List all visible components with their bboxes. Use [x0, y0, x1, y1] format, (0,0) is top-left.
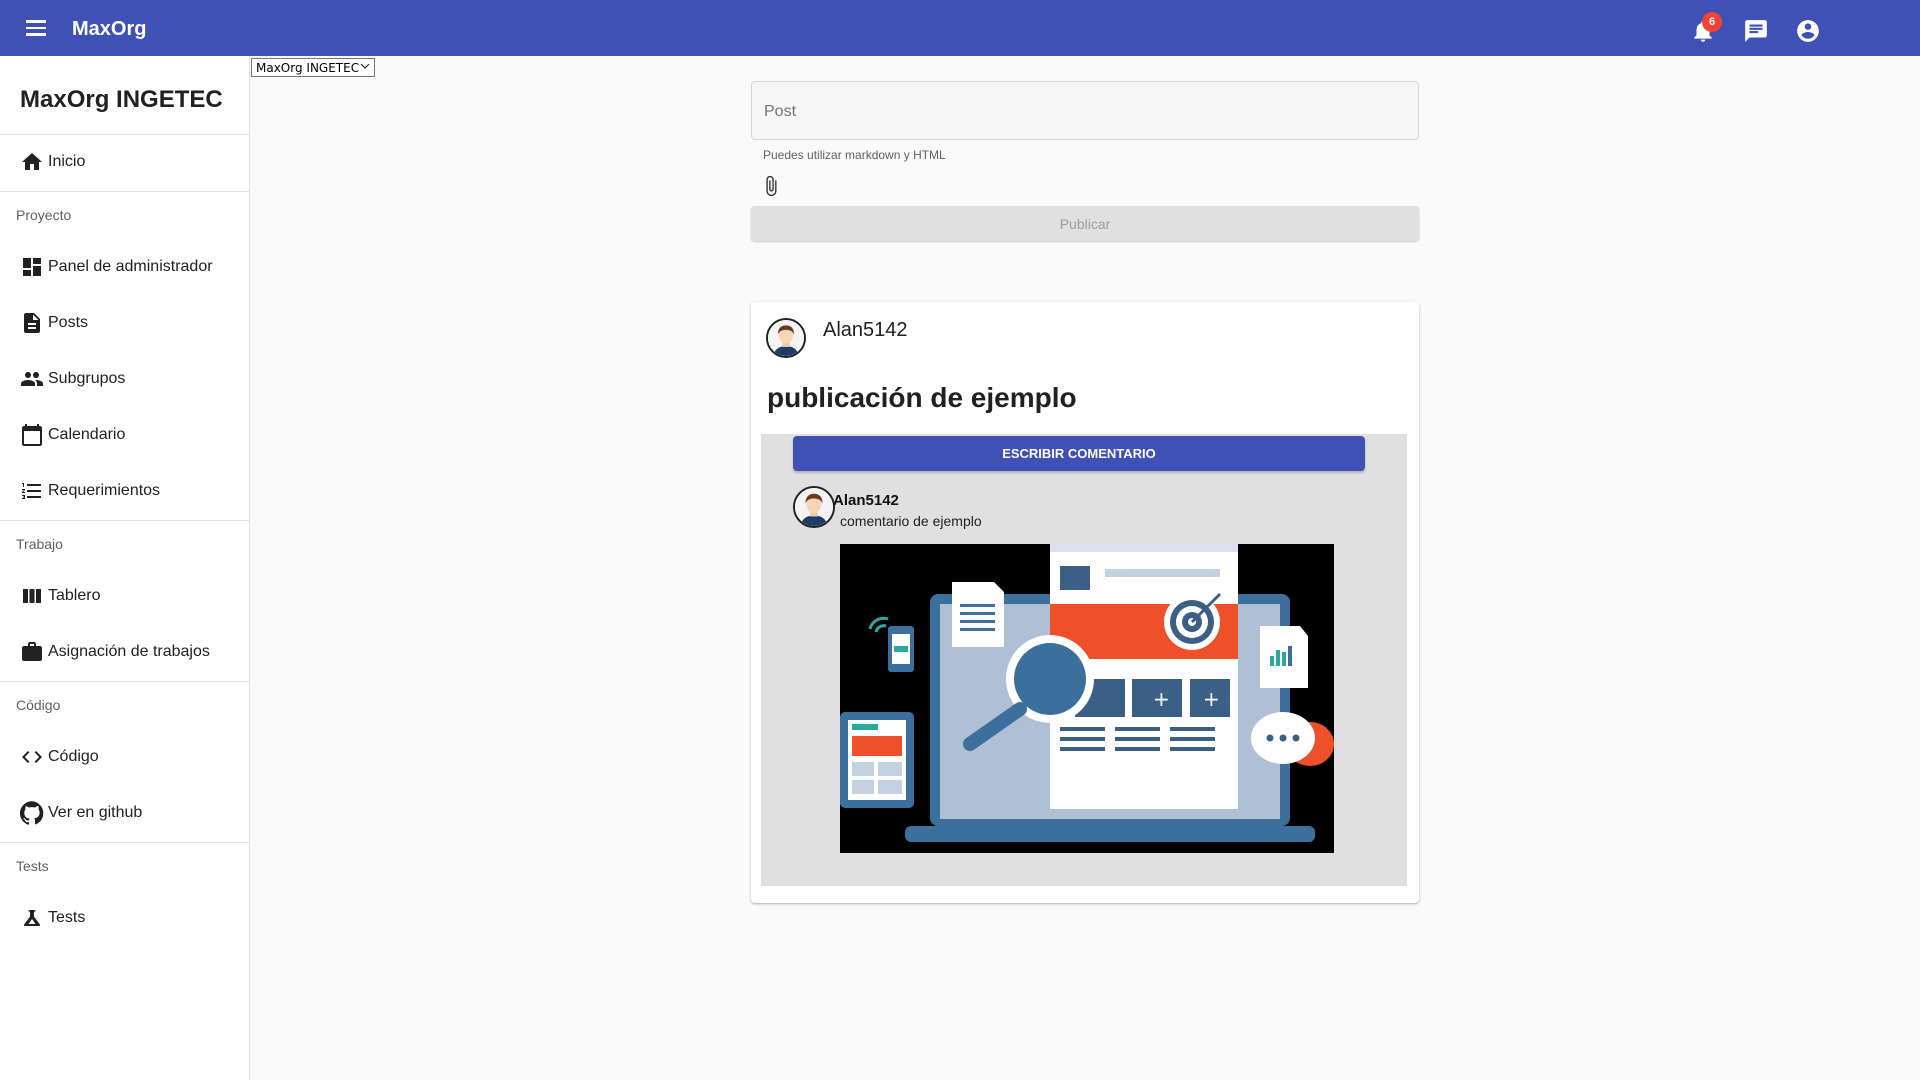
- sidebar-item-calendario[interactable]: Calendario: [0, 411, 249, 459]
- sidebar-item-subgrupos[interactable]: Subgrupos: [0, 355, 249, 403]
- divider: [0, 842, 249, 843]
- org-name: MaxOrg INGETEC: [20, 86, 223, 113]
- chat-icon[interactable]: [1743, 18, 1769, 44]
- sidebar-item-requerimientos[interactable]: Requerimientos: [0, 467, 249, 515]
- account-circle-icon[interactable]: [1795, 18, 1821, 44]
- section-label-tests: Tests: [16, 858, 49, 874]
- sidebar-item-label: Ver en github: [48, 804, 143, 821]
- home-icon: [22, 153, 42, 170]
- menu-icon[interactable]: [22, 16, 50, 40]
- sidebar-item-github[interactable]: Ver en github: [0, 789, 249, 837]
- divider: [0, 520, 249, 521]
- sidebar-item-tablero[interactable]: Tablero: [0, 572, 249, 620]
- flask-icon: [24, 910, 40, 926]
- paperclip-icon[interactable]: [760, 173, 782, 199]
- board-icon: [23, 589, 41, 603]
- sidebar-item-panel-admin[interactable]: Panel de administrador: [0, 243, 249, 291]
- post-input[interactable]: Post: [751, 81, 1419, 140]
- sidebar-item-label: Tablero: [48, 587, 101, 604]
- document-icon: [24, 313, 40, 333]
- post-title: publicación de ejemplo: [767, 382, 1077, 413]
- org-select-value: MaxOrg INGETEC: [256, 60, 360, 75]
- list-icon: [22, 483, 41, 499]
- people-icon: [21, 372, 43, 386]
- post-input-placeholder: Post: [764, 103, 797, 120]
- comment-text: comentario de ejemplo: [840, 513, 982, 529]
- comment-image: + +: [840, 544, 1334, 853]
- write-comment-button[interactable]: ESCRIBIR COMENTARIO: [793, 436, 1365, 471]
- app-title: MaxOrg: [72, 18, 147, 40]
- sidebar-item-tests[interactable]: Tests: [0, 894, 249, 942]
- user-avatar-icon: [795, 488, 833, 526]
- sidebar-item-posts[interactable]: Posts: [0, 299, 249, 347]
- sidebar-item-inicio[interactable]: Inicio: [0, 138, 249, 186]
- sidebar-item-label: Subgrupos: [48, 370, 126, 387]
- sidebar-item-label: Posts: [48, 314, 89, 331]
- dashboard-icon: [23, 258, 41, 276]
- chevron-down-icon: [360, 63, 370, 69]
- web-analytics-illustration: + +: [840, 544, 1334, 853]
- sidebar-item-label: Inicio: [48, 153, 86, 170]
- divider: [0, 681, 249, 682]
- comment-author[interactable]: Alan5142: [833, 492, 899, 509]
- post-card: Alan5142 publicación de ejemplo ESCRIBIR…: [751, 302, 1419, 903]
- divider: [0, 191, 249, 192]
- avatar[interactable]: [766, 318, 806, 358]
- briefcase-icon: [22, 642, 42, 661]
- sidebar-item-label: Código: [48, 748, 99, 765]
- user-avatar-icon: [768, 320, 804, 356]
- svg-text:+: +: [1153, 687, 1170, 711]
- app-bar: MaxOrg 6: [0, 0, 1920, 56]
- sidebar-item-asignacion[interactable]: Asignación de trabajos: [0, 628, 249, 676]
- sidebar: MaxOrg INGETEC Inicio Proyecto Panel de …: [0, 56, 250, 1080]
- notification-badge: 6: [1702, 12, 1722, 32]
- avatar[interactable]: [793, 486, 835, 528]
- divider: [0, 134, 249, 135]
- post-helper-text: Puedes utilizar markdown y HTML: [763, 148, 946, 162]
- section-label-proyecto: Proyecto: [16, 207, 72, 223]
- calendar-icon: [22, 424, 42, 446]
- sidebar-item-label: Calendario: [48, 426, 126, 443]
- sidebar-item-codigo[interactable]: Código: [0, 733, 249, 781]
- section-label-trabajo: Trabajo: [16, 536, 63, 552]
- org-select[interactable]: MaxOrg INGETEC: [251, 58, 375, 77]
- sidebar-item-label: Requerimientos: [48, 482, 161, 499]
- sidebar-item-label: Asignación de trabajos: [48, 643, 210, 660]
- post-author[interactable]: Alan5142: [823, 319, 908, 342]
- comments-section: ESCRIBIR COMENTARIO Alan5142 comentario …: [761, 434, 1407, 886]
- sidebar-item-label: Panel de administrador: [48, 258, 213, 275]
- github-icon: [20, 801, 44, 825]
- sidebar-item-label: Tests: [48, 909, 86, 926]
- code-icon: [22, 751, 42, 763]
- svg-text:+: +: [1203, 687, 1220, 711]
- publish-button[interactable]: Publicar: [751, 206, 1419, 241]
- section-label-codigo: Código: [16, 697, 61, 713]
